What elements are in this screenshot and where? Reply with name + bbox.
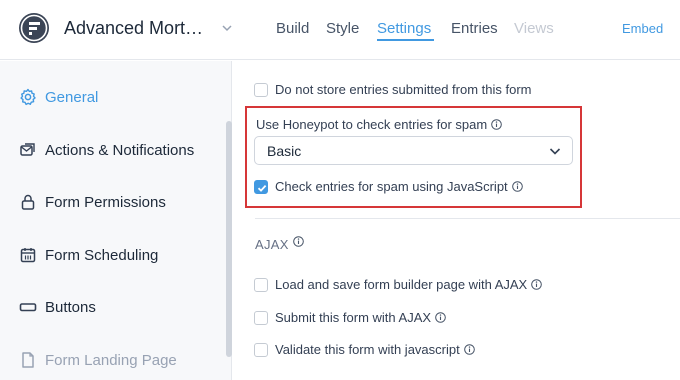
- sidebar-item-label: Buttons: [45, 298, 96, 316]
- gear-icon: [20, 88, 36, 106]
- tab-style[interactable]: Style: [326, 20, 359, 37]
- chevron-down-icon[interactable]: [221, 22, 233, 34]
- sidebar-item-label: Form Permissions: [45, 193, 166, 211]
- top-bar: Advanced Mort… Build Style Settings Entr…: [0, 0, 680, 60]
- info-icon[interactable]: [463, 344, 475, 355]
- no-store-entries-checkbox[interactable]: [254, 82, 268, 97]
- section-divider: [255, 218, 680, 219]
- sidebar-item-actions-notifications[interactable]: Actions & Notifications: [19, 138, 194, 162]
- ajax-submit-option[interactable]: Submit this form with AJAX: [254, 310, 446, 325]
- sidebar-item-label: Form Scheduling: [45, 246, 159, 264]
- ajax-section-title: AJAX: [255, 236, 304, 252]
- info-icon[interactable]: [435, 312, 446, 323]
- checkmark-icon: [257, 184, 267, 192]
- ajax-load-save-checkbox[interactable]: [254, 277, 268, 292]
- sidebar-item-general[interactable]: General: [19, 85, 98, 109]
- sidebar-item-form-scheduling[interactable]: Form Scheduling: [19, 243, 158, 267]
- sidebar-item-form-permissions[interactable]: Form Permissions: [19, 190, 166, 214]
- tab-build[interactable]: Build: [276, 20, 309, 37]
- no-store-entries-option[interactable]: Do not store entries submitted from this…: [254, 82, 531, 97]
- landing-page-icon: [22, 352, 34, 368]
- ajax-submit-label: Submit this form with AJAX: [275, 310, 432, 325]
- no-store-entries-label: Do not store entries submitted from this…: [275, 82, 532, 97]
- sidebar-item-label: Form Landing Page: [45, 351, 177, 369]
- formidable-logo-icon[interactable]: [19, 13, 49, 43]
- honeypot-select-value: Basic: [267, 143, 302, 159]
- honeypot-select[interactable]: Basic: [254, 136, 573, 165]
- ajax-validate-label: Validate this form with javascript: [275, 342, 460, 357]
- button-icon: [19, 303, 37, 312]
- ajax-submit-checkbox[interactable]: [254, 310, 268, 325]
- active-tab-indicator: [377, 39, 434, 41]
- tab-views: Views: [514, 20, 554, 37]
- form-title[interactable]: Advanced Mort…: [64, 18, 203, 39]
- sidebar-item-label: Actions & Notifications: [45, 141, 195, 159]
- tab-entries[interactable]: Entries: [451, 20, 498, 37]
- info-icon[interactable]: [292, 236, 304, 247]
- ajax-load-save-option[interactable]: Load and save form builder page with AJA…: [254, 277, 543, 292]
- sidebar-item-form-landing-page[interactable]: Form Landing Page: [19, 348, 177, 372]
- info-icon[interactable]: [531, 279, 543, 290]
- calendar-icon: [20, 248, 36, 263]
- js-spam-check-option[interactable]: Check entries for spam using JavaScript: [254, 179, 523, 194]
- settings-sidebar: General Actions & Notifications Form Per…: [0, 61, 232, 380]
- chevron-down-icon: [549, 148, 561, 155]
- sidebar-scrollbar[interactable]: [226, 121, 232, 357]
- ajax-title-text: AJAX: [255, 237, 289, 252]
- ajax-validate-checkbox[interactable]: [254, 342, 268, 357]
- notifications-icon: [20, 143, 35, 156]
- honeypot-field-label: Use Honeypot to check entries for spam: [256, 117, 503, 132]
- embed-button[interactable]: Embed: [622, 21, 663, 36]
- honeypot-label-text: Use Honeypot to check entries for spam: [256, 117, 488, 132]
- sidebar-item-buttons[interactable]: Buttons: [19, 295, 96, 319]
- info-icon[interactable]: [491, 119, 503, 130]
- js-spam-check-checkbox[interactable]: [254, 179, 268, 194]
- js-spam-check-label: Check entries for spam using JavaScript: [275, 179, 508, 194]
- sidebar-item-label: General: [45, 88, 99, 106]
- info-icon[interactable]: [511, 181, 523, 192]
- lock-icon: [21, 194, 35, 210]
- ajax-load-save-label: Load and save form builder page with AJA…: [275, 277, 528, 292]
- tab-settings[interactable]: Settings: [377, 20, 431, 37]
- ajax-validate-option[interactable]: Validate this form with javascript: [254, 342, 475, 357]
